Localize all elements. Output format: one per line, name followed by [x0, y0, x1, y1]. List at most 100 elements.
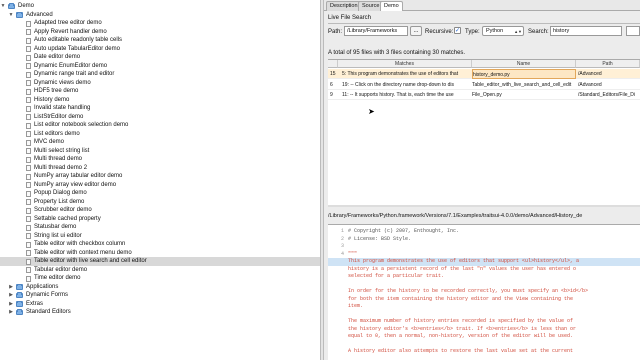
browse-button[interactable]: ...	[410, 26, 422, 36]
tree-item[interactable]: Apply Revert handler demo	[0, 28, 320, 37]
tree-item-label: Table editor with live search and cell e…	[34, 258, 147, 264]
tree-item[interactable]: NumPy array tabular editor demo	[0, 172, 320, 181]
search-summary: A total of 95 files with 3 files contain…	[328, 50, 466, 56]
tree-item-label: MVC demo	[34, 139, 65, 145]
code-editor[interactable]: 1 # Copyright (c) 2007, Enthought, Inc. 2 #…	[328, 224, 640, 360]
path-field[interactable]: /Library/Frameworks	[344, 26, 408, 36]
disclosure-closed-icon[interactable]: ▶	[8, 283, 14, 292]
disclosure-closed-icon[interactable]: ▶	[8, 291, 14, 300]
results-table: Matches Name Path 15 5: This program demo…	[328, 59, 640, 205]
tree-folder[interactable]: ▶ Standard Editors	[0, 308, 320, 317]
tree-item[interactable]: Settable cached property	[0, 215, 320, 224]
tree-item-label: Property List demo	[34, 198, 85, 205]
tree-item[interactable]: ListStrEditor demo	[0, 113, 320, 122]
tree-item[interactable]: Scrubber editor demo	[0, 206, 320, 215]
tree-folder[interactable]: ▶ Applications	[0, 283, 320, 292]
tree-item[interactable]: Dynamic views demo	[0, 79, 320, 88]
tree-item[interactable]: Dynamic EnumEditor demo	[0, 62, 320, 71]
tree-item[interactable]: Table editor with checkbox column	[0, 240, 320, 249]
demo-panel: Description Source Demo Live File Search…	[324, 0, 640, 360]
tree-item[interactable]: Property List demo	[0, 198, 320, 207]
document-icon	[26, 122, 31, 129]
cell-count: 6	[330, 81, 333, 88]
tree-item[interactable]: HDF5 tree demo	[0, 87, 320, 96]
tree-item[interactable]: NumPy array view editor demo	[0, 181, 320, 190]
chevron-updown-icon: ▲▼	[514, 29, 522, 34]
tree-item[interactable]: String list ui editor	[0, 232, 320, 241]
tree-item-label: Date editor demo	[34, 54, 81, 60]
tree-item[interactable]: Tabular editor demo	[0, 266, 320, 275]
table-row[interactable]: 15 5: This program demonstrates the use o…	[328, 69, 640, 79]
col-path-header[interactable]: Path	[576, 60, 640, 68]
tree-item[interactable]: List editors demo	[0, 130, 320, 139]
tree-folder[interactable]: ▼ Advanced	[0, 11, 320, 20]
tree-item-label: Standard Editors	[26, 309, 71, 315]
path-label: Path:	[328, 29, 343, 35]
tree-item[interactable]: Adapted tree editor demo	[0, 19, 320, 28]
tree-item[interactable]: Time editor demo	[0, 274, 320, 283]
tree-item-label: Multi thread demo	[34, 156, 83, 162]
tree-folder[interactable]: ▶ Dynamic Forms	[0, 291, 320, 300]
folder-icon	[8, 3, 15, 9]
code-line: history is a persistent record of the la…	[328, 266, 640, 274]
search-overflow-field[interactable]	[626, 26, 640, 36]
document-icon	[26, 29, 31, 35]
demo-tree[interactable]: ▼ Demo ▼ Advanced Adapted tree editor demo Ap…	[0, 0, 320, 360]
tree-item-label: Dynamic range trait and editor	[34, 71, 115, 77]
tree-item[interactable]: MVC demo	[0, 138, 320, 147]
recursive-checkbox[interactable]: ✓	[454, 27, 461, 34]
type-value: Python	[486, 28, 504, 34]
tree-item[interactable]: Dynamic range trait and editor	[0, 70, 320, 79]
tree-item-label: Extras	[26, 300, 44, 307]
tree-item[interactable]: Multi thread demo	[0, 155, 320, 164]
tree-item[interactable]: Multi select string list	[0, 147, 320, 156]
document-icon	[26, 114, 31, 120]
tree-item-label: Demo	[18, 3, 35, 9]
cell-name: File_Open.py	[472, 92, 502, 98]
tree-item[interactable]: Invalid state handling	[0, 104, 320, 113]
col-name-header[interactable]: Name	[472, 60, 576, 68]
document-icon	[26, 250, 31, 256]
document-icon	[26, 105, 31, 112]
document-icon	[26, 190, 31, 197]
tree-item[interactable]: Auto editable readonly table cells	[0, 36, 320, 45]
tree-item[interactable]: Table editor with live search and cell e…	[0, 257, 320, 266]
disclosure-open-icon[interactable]: ▼	[8, 11, 14, 20]
disclosure-closed-icon[interactable]: ▶	[8, 300, 14, 309]
tree-item-label: Apply Revert handler demo	[34, 28, 107, 35]
code-text: # License: BSD Style.	[348, 235, 412, 242]
mouse-cursor-icon: ➤	[368, 107, 375, 116]
tree-item[interactable]: Auto update TabularEditor demo	[0, 45, 320, 54]
table-row[interactable]: 9 11: -- It supports history. That is, ea…	[328, 90, 640, 100]
document-icon	[26, 46, 31, 52]
tree-item[interactable]: History demo	[0, 96, 320, 105]
tree-folder[interactable]: ▼ Demo	[0, 2, 320, 11]
tab-demo[interactable]: Demo	[380, 1, 403, 11]
checkmark-icon: ✓	[455, 28, 461, 34]
disclosure-open-icon[interactable]: ▼	[0, 2, 6, 11]
tree-item[interactable]: Multi thread demo 2	[0, 164, 320, 173]
disclosure-closed-icon[interactable]: ▶	[8, 308, 14, 317]
splitter-horizontal[interactable]	[328, 205, 640, 207]
tree-item[interactable]: Date editor demo	[0, 53, 320, 62]
tree-item-label: ListStrEditor demo	[34, 113, 84, 120]
cell-name: history_demo.py	[472, 69, 576, 79]
tree-item[interactable]: Statusbar demo	[0, 223, 320, 232]
code-text: """	[348, 250, 358, 257]
tree-item[interactable]: List editor notebook selection demo	[0, 121, 320, 130]
tab-description[interactable]: Description	[326, 1, 362, 11]
code-text: the history editor's <b>entries</b> trai…	[348, 325, 577, 332]
document-icon	[26, 71, 31, 78]
search-input[interactable]: history	[550, 26, 622, 36]
line-number: 1	[340, 228, 344, 234]
table-row[interactable]: 6 19: -- Click on the directory name drop…	[328, 80, 640, 90]
tree-item-label: List editors demo	[34, 130, 80, 137]
document-icon	[26, 207, 31, 214]
type-select[interactable]: Python ▲▼	[482, 26, 524, 36]
tree-item[interactable]: Table editor with context menu demo	[0, 249, 320, 258]
tree-item[interactable]: Popup Dialog demo	[0, 189, 320, 198]
code-text: This program demonstrates the use of edi…	[348, 258, 580, 264]
tree-folder[interactable]: ▶ Extras	[0, 300, 320, 309]
col-matches-header[interactable]: Matches	[338, 60, 472, 68]
